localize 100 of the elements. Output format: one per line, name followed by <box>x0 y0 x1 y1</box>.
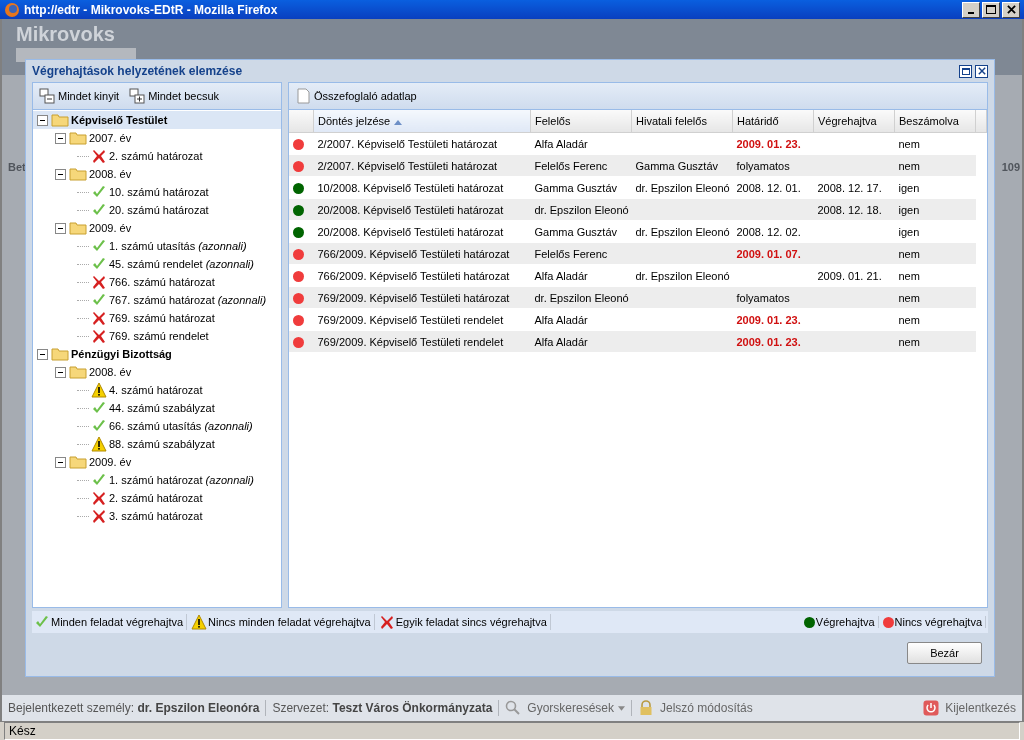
maximize-button[interactable] <box>959 64 972 78</box>
close-button[interactable] <box>975 64 988 78</box>
table-row[interactable]: 20/2008. Képviselő Testületi határozat Gamma Gusztáv dr. Epszilon Eleonó 2008. 12. 02. igen <box>289 220 987 243</box>
table-cell: 2/2007. Képviselő Testületi határozat <box>317 137 498 150</box>
table-row[interactable]: 10/2008. Képviselő Testületi határozat Gamma Gusztáv dr. Epszilon Eleonó 2008. 12. 01. 2008. 12. 17. igen <box>289 176 987 199</box>
column-header[interactable]: Hivatali felelős <box>631 110 733 133</box>
warning-icon <box>91 436 107 452</box>
table-cell: dr. Epszilon Eleonó <box>635 225 730 238</box>
tree-item[interactable]: 45. számú rendelet (azonnali) <box>33 255 281 273</box>
tree-item[interactable]: 2008. év <box>33 165 281 183</box>
table-row[interactable]: 766/2009. Képviselő Testületi határozat Alfa Aladár dr. Epszilon Eleonó 2009. 01. 21. nem <box>289 264 987 287</box>
tree-label: 10. számú határozat <box>109 186 209 198</box>
table-cell: 10/2008. Képviselő Testületi határozat <box>317 181 504 194</box>
tree-label: 4. számú határozat <box>109 384 203 396</box>
collapse-icon[interactable] <box>55 222 66 234</box>
collapse-icon[interactable] <box>37 348 48 360</box>
collapse-all-button[interactable]: Mindet becsuk <box>127 86 222 106</box>
table-row[interactable]: 20/2008. Képviselő Testületi határozat dr. Epszilon Eleonó 2008. 12. 18. igen <box>289 198 987 221</box>
table-row[interactable]: 766/2009. Képviselő Testületi határozat Felelős Ferenc 2009. 01. 07. nem <box>289 242 987 265</box>
cross-icon <box>91 148 107 164</box>
tree-item[interactable]: 66. számú utasítás (azonnali) <box>33 417 281 435</box>
column-header[interactable]: Végrehajtva <box>813 110 895 133</box>
power-icon <box>923 700 940 716</box>
tree-item[interactable]: 1. számú utasítás (azonnali) <box>33 237 281 255</box>
collapse-icon[interactable] <box>37 114 48 126</box>
table-cell: nem <box>898 335 920 348</box>
table-row[interactable]: 2/2007. Képviselő Testületi határozat Felelős Ferenc Gamma Gusztáv folyamatos nem <box>289 154 987 177</box>
table-cell: nem <box>898 137 920 150</box>
table-cell: nem <box>898 291 920 304</box>
tree-item[interactable]: 2007. év <box>33 129 281 147</box>
tree-label: 66. számú utasítás (azonnali) <box>109 420 253 432</box>
tree-item[interactable]: 2. számú határozat <box>33 147 281 165</box>
logout-button[interactable]: Kijelentkezés <box>945 701 1016 715</box>
tree-item[interactable]: 769. számú határozat <box>33 309 281 327</box>
column-header[interactable]: Beszámolva <box>894 110 976 133</box>
window-title: http://edtr - Mikrovoks-EDtR - Mozilla Firefox <box>24 2 278 17</box>
tree-label: 2. számú határozat <box>109 150 203 162</box>
search-icon <box>505 700 522 716</box>
table-cell: Felelős Ferenc <box>534 159 608 172</box>
tree-item[interactable]: 3. számú határozat <box>33 507 281 525</box>
tree-item[interactable]: 769. számú rendelet <box>33 327 281 345</box>
table-cell: Gamma Gusztáv <box>534 181 618 194</box>
cross-icon <box>91 328 107 344</box>
tree-item[interactable]: 88. számú szabályzat <box>33 435 281 453</box>
table-cell: 2009. 01. 23. <box>736 313 801 326</box>
logged-in-user-text: Bejelentkezett személy: dr. Epszilon Eleonóra <box>8 701 260 715</box>
tree-item[interactable]: 767. számú határozat (azonnali) <box>33 291 281 309</box>
quick-search-button[interactable]: Gyorskeresések <box>527 701 625 715</box>
table-cell: 20/2008. Képviselő Testületi határozat <box>317 203 504 216</box>
collapse-icon[interactable] <box>55 366 66 378</box>
tree-label: 769. számú rendelet <box>109 330 209 342</box>
expand-all-button[interactable]: Mindet kinyit <box>37 86 122 106</box>
table-cell: nem <box>898 247 920 260</box>
column-header[interactable]: Felelős <box>530 110 632 133</box>
warning-icon <box>191 614 208 630</box>
tree-item[interactable]: Pénzügyi Bizottság <box>33 345 281 363</box>
table-row[interactable]: 769/2009. Képviselő Testületi rendelet Alfa Aladár 2009. 01. 23. nem <box>289 308 987 331</box>
column-header[interactable]: Döntés jelzése <box>313 110 531 133</box>
collapse-icon[interactable] <box>55 168 66 180</box>
change-password-button[interactable]: Jelszó módosítás <box>660 701 753 715</box>
table-row[interactable]: 769/2009. Képviselő Testületi rendelet Alfa Aladár 2009. 01. 23. nem <box>289 330 987 353</box>
folder-icon <box>69 365 87 379</box>
cross-icon <box>91 274 107 290</box>
expand-all-icon <box>39 88 55 104</box>
organization-text: Szervezet: Teszt Város Önkormányzata <box>272 701 493 715</box>
minimize-button[interactable] <box>962 1 980 18</box>
collapse-icon[interactable] <box>55 456 66 468</box>
tree-item[interactable]: 2009. év <box>33 453 281 471</box>
tree-item[interactable]: 44. számú szabályzat <box>33 399 281 417</box>
table-cell: Gamma Gusztáv <box>635 159 719 172</box>
column-header[interactable]: Határidő <box>732 110 814 133</box>
collapse-icon[interactable] <box>55 132 66 144</box>
tree-item[interactable]: Képviselő Testület <box>33 111 281 129</box>
tree-item[interactable]: 2008. év <box>33 363 281 381</box>
table-cell: 2009. 01. 21. <box>817 269 882 282</box>
close-button[interactable]: Bezár <box>907 642 982 664</box>
tree-item[interactable]: 2009. év <box>33 219 281 237</box>
table-row[interactable]: 769/2009. Képviselő Testületi határozat dr. Epszilon Eleonó folyamatos nem <box>289 286 987 309</box>
summary-sheet-button[interactable]: Összefoglaló adatlap <box>293 86 419 106</box>
tree-label: 2009. év <box>89 222 132 234</box>
table-cell: Gamma Gusztáv <box>534 225 618 238</box>
tree-item[interactable]: 766. számú határozat <box>33 273 281 291</box>
tree-item[interactable]: 20. számú határozat <box>33 201 281 219</box>
tree-item[interactable]: 10. számú határozat <box>33 183 281 201</box>
table-cell: folyamatos <box>736 159 790 172</box>
tree-label: 767. számú határozat (azonnali) <box>109 294 267 306</box>
tree-item[interactable]: 4. számú határozat <box>33 381 281 399</box>
table-cell: 2008. 12. 18. <box>817 203 882 216</box>
sort-ascending-icon <box>394 119 403 125</box>
cross-icon <box>91 508 107 524</box>
tree-label: 766. számú határozat <box>109 276 215 288</box>
table-cell: nem <box>898 313 920 326</box>
table-cell: Alfa Aladár <box>534 137 588 150</box>
table-cell: 766/2009. Képviselő Testületi határozat <box>317 247 510 260</box>
tree-item[interactable]: 1. számú határozat (azonnali) <box>33 471 281 489</box>
tree-label: Képviselő Testület <box>71 114 168 126</box>
table-row[interactable]: 2/2007. Képviselő Testületi határozat Alfa Aladár 2009. 01. 23. nem <box>289 132 987 155</box>
globe-icon <box>4 1 20 18</box>
table-cell: 20/2008. Képviselő Testületi határozat <box>317 225 504 238</box>
tree-item[interactable]: 2. számú határozat <box>33 489 281 507</box>
